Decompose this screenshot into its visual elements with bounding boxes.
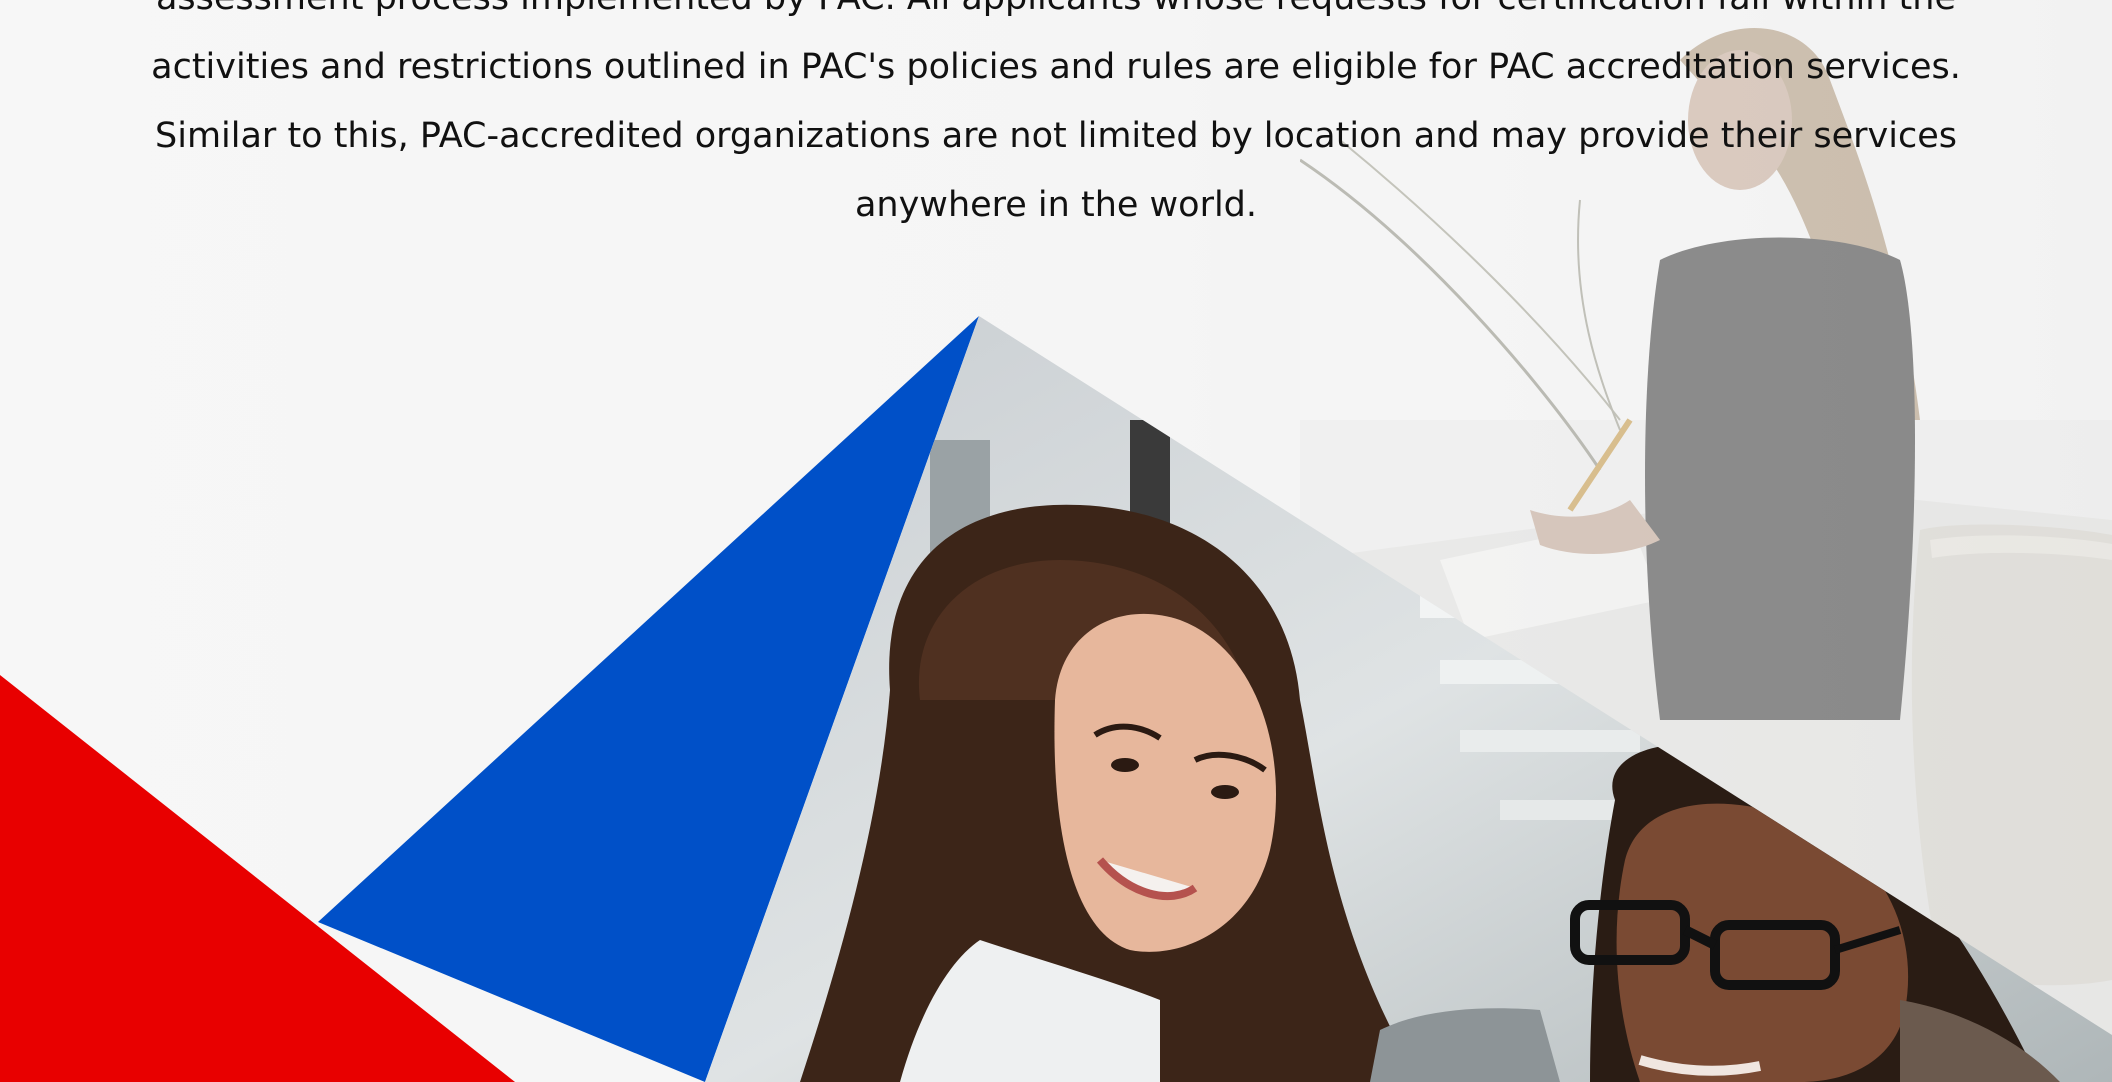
- intro-line-1: assessment process implemented by PAC. A…: [0, 0, 2112, 33]
- intro-line-3: Similar to this, PAC-accredited organiza…: [155, 116, 1957, 156]
- intro-line-4: anywhere in the world.: [854, 185, 1258, 225]
- page: assessment process implemented by PAC. A…: [0, 0, 2112, 1082]
- intro-paragraph: assessment process implemented by PAC. A…: [0, 0, 2112, 240]
- intro-line-2: activities and restrictions outlined in …: [151, 47, 1961, 87]
